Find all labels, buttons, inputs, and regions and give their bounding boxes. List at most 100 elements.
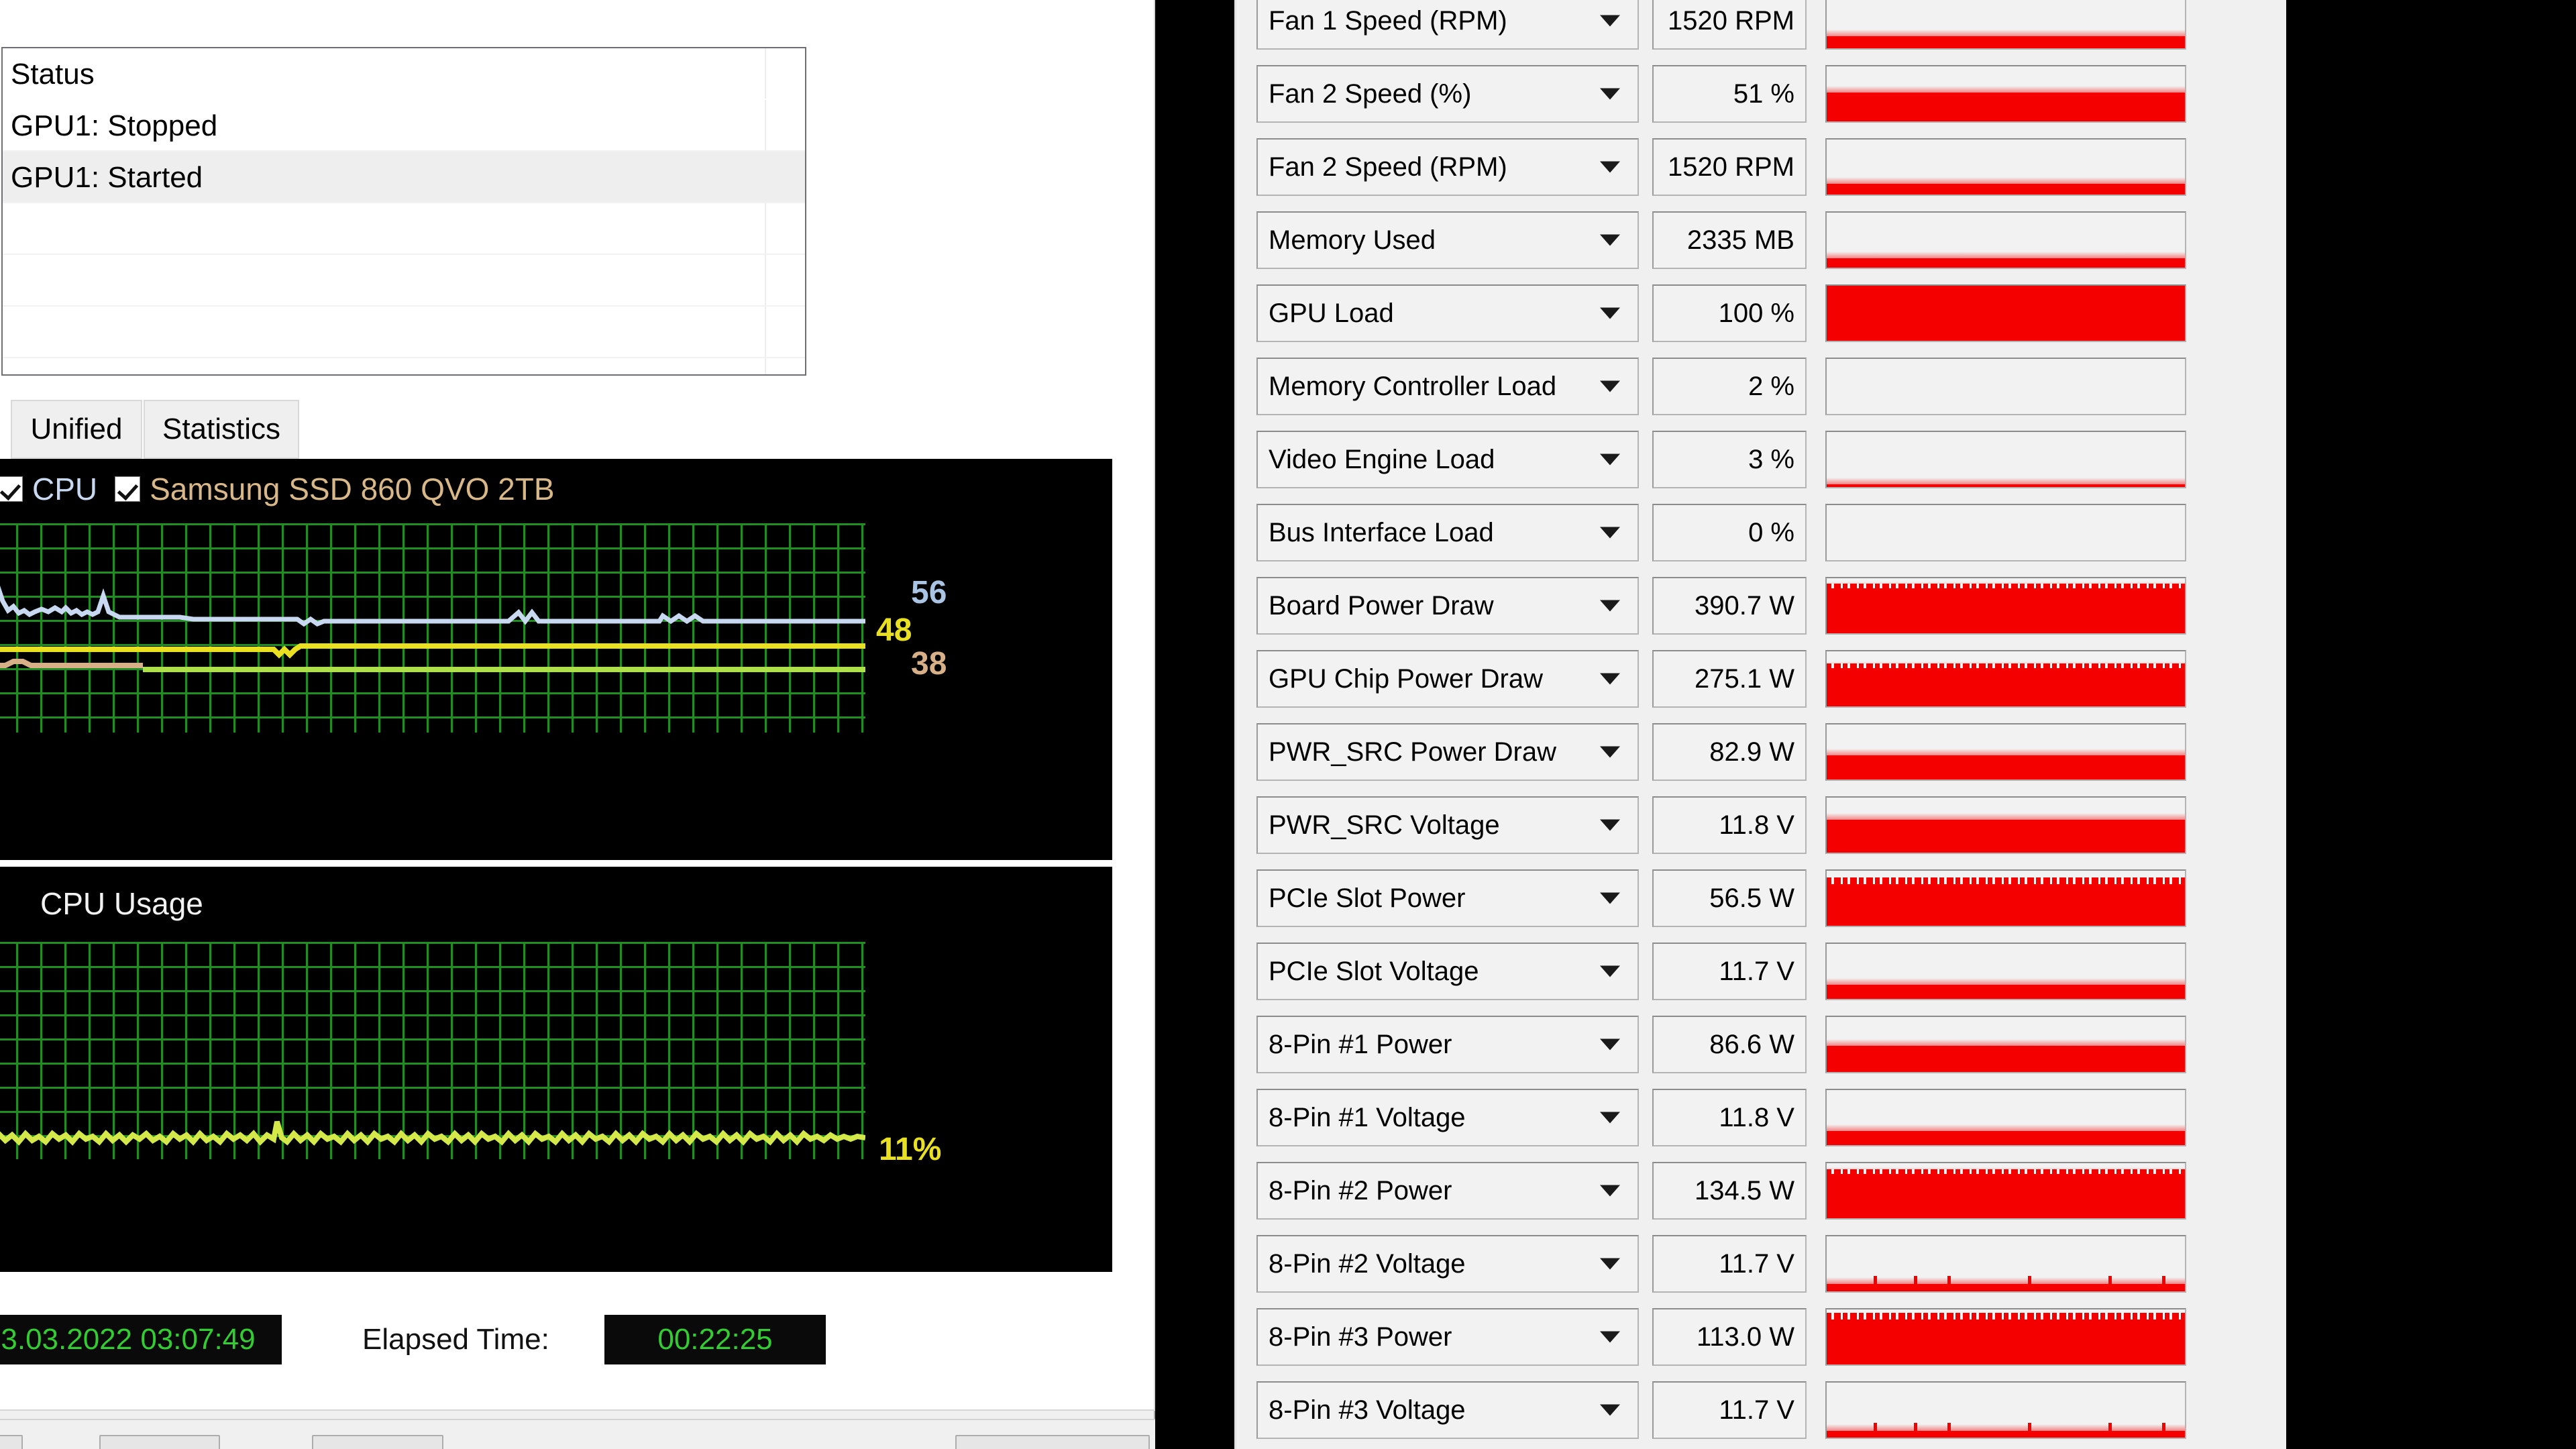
sensor-graph-texture: [1827, 663, 2185, 668]
chevron-down-icon[interactable]: [1600, 453, 1620, 466]
bottom-button-bar: [0, 1419, 1155, 1449]
sensor-mini-graph[interactable]: [1825, 1016, 2186, 1073]
tab-unified[interactable]: Unified: [11, 400, 142, 459]
sensor-mini-graph[interactable]: [1825, 1308, 2186, 1366]
sensor-value: 2 %: [1652, 358, 1807, 415]
sensor-name-dropdown[interactable]: Fan 1 Speed (RPM): [1256, 0, 1639, 50]
chevron-down-icon[interactable]: [1600, 88, 1620, 100]
sensor-mini-graph[interactable]: [1825, 723, 2186, 781]
sensor-name-dropdown[interactable]: Bus Interface Load: [1256, 504, 1639, 561]
sensor-value: 51 %: [1652, 65, 1807, 123]
sensor-mini-graph[interactable]: [1825, 943, 2186, 1000]
sensor-value: 56.5 W: [1652, 869, 1807, 927]
sensor-row: 8-Pin #2 Power 134.5 W: [1236, 1158, 2288, 1231]
sensor-mini-graph[interactable]: [1825, 65, 2186, 123]
temperature-graph-panel[interactable]: CPU Samsung SSD 860 QVO 2TB 56 48 38: [0, 459, 1112, 860]
sensor-mini-graph[interactable]: [1825, 431, 2186, 488]
sensor-name-label: 8-Pin #1 Voltage: [1269, 1102, 1466, 1132]
sensor-graph-spike: [2028, 1423, 2031, 1431]
sensor-row: Fan 2 Speed (%) 51 %: [1236, 61, 2288, 134]
sensor-mini-graph[interactable]: [1825, 284, 2186, 342]
sensor-name-dropdown[interactable]: Memory Used: [1256, 211, 1639, 269]
sensor-graph-fill: [1827, 877, 2185, 926]
sensor-name-dropdown[interactable]: GPU Chip Power Draw: [1256, 650, 1639, 708]
sensor-graph-fill: [1827, 86, 2185, 121]
toolbar-button-2[interactable]: [99, 1435, 220, 1449]
sensor-value: 11.8 V: [1652, 1089, 1807, 1146]
sensor-name-dropdown[interactable]: Board Power Draw: [1256, 577, 1639, 635]
sensor-name-dropdown[interactable]: Fan 2 Speed (%): [1256, 65, 1639, 123]
sensor-value: 11.7 V: [1652, 1381, 1807, 1439]
chevron-down-icon[interactable]: [1600, 746, 1620, 758]
sensor-mini-graph[interactable]: [1825, 1089, 2186, 1146]
temperature-readout-gpu: 48: [876, 612, 912, 648]
ssd-checkbox[interactable]: [115, 476, 141, 502]
sensor-mini-graph[interactable]: [1825, 211, 2186, 269]
toolbar-button-4[interactable]: [955, 1435, 1150, 1449]
chevron-down-icon[interactable]: [1600, 1404, 1620, 1416]
temperature-plot-area: [0, 523, 865, 733]
status-log-list[interactable]: Status GPU1: Stopped GPU1: Started: [1, 47, 806, 376]
sensor-mini-graph[interactable]: [1825, 138, 2186, 196]
status-log-row[interactable]: GPU1: Stopped: [3, 100, 805, 152]
sensor-graph-fill: [1827, 286, 2185, 341]
chevron-down-icon[interactable]: [1600, 380, 1620, 392]
sensor-name-dropdown[interactable]: Video Engine Load: [1256, 431, 1639, 488]
chevron-down-icon[interactable]: [1600, 1331, 1620, 1343]
chevron-down-icon[interactable]: [1600, 819, 1620, 831]
chevron-down-icon[interactable]: [1600, 673, 1620, 685]
sensor-mini-graph[interactable]: [1825, 650, 2186, 708]
status-log-row[interactable]: GPU1: Started: [3, 152, 805, 203]
chevron-down-icon[interactable]: [1600, 307, 1620, 319]
status-log-row-empty: [3, 255, 805, 307]
sensor-mini-graph[interactable]: [1825, 577, 2186, 635]
legend-item-cpu[interactable]: CPU: [0, 471, 97, 507]
chevron-down-icon[interactable]: [1600, 892, 1620, 904]
sensor-name-dropdown[interactable]: 8-Pin #3 Voltage: [1256, 1381, 1639, 1439]
chevron-down-icon[interactable]: [1600, 1038, 1620, 1051]
sensor-name-dropdown[interactable]: 8-Pin #2 Power: [1256, 1162, 1639, 1220]
legend-item-ssd[interactable]: Samsung SSD 860 QVO 2TB: [115, 471, 555, 507]
sensor-mini-graph[interactable]: [1825, 358, 2186, 415]
cpu-usage-graph-panel[interactable]: CPU Usage 11%: [0, 867, 1112, 1272]
chevron-down-icon[interactable]: [1600, 1112, 1620, 1124]
sensor-name-dropdown[interactable]: GPU Load: [1256, 284, 1639, 342]
sensor-name-dropdown[interactable]: Fan 2 Speed (RPM): [1256, 138, 1639, 196]
chevron-down-icon[interactable]: [1600, 1258, 1620, 1270]
chevron-down-icon[interactable]: [1600, 600, 1620, 612]
sensor-name-dropdown[interactable]: PWR_SRC Power Draw: [1256, 723, 1639, 781]
sensor-row: GPU Load 100 %: [1236, 280, 2288, 354]
sensor-name-dropdown[interactable]: PWR_SRC Voltage: [1256, 796, 1639, 854]
sensor-name-dropdown[interactable]: PCIe Slot Power: [1256, 869, 1639, 927]
sensor-mini-graph[interactable]: [1825, 796, 2186, 854]
sensor-name-dropdown[interactable]: 8-Pin #1 Voltage: [1256, 1089, 1639, 1146]
chevron-down-icon[interactable]: [1600, 965, 1620, 977]
tab-statistics[interactable]: Statistics: [144, 400, 299, 459]
sensor-graph-spike: [1947, 1276, 1951, 1284]
sensor-name-dropdown[interactable]: PCIe Slot Voltage: [1256, 943, 1639, 1000]
chevron-down-icon[interactable]: [1600, 527, 1620, 539]
sensor-name-dropdown[interactable]: 8-Pin #2 Voltage: [1256, 1235, 1639, 1293]
chevron-down-icon[interactable]: [1600, 1185, 1620, 1197]
sensor-graph-fill: [1827, 978, 2185, 999]
sensor-mini-graph[interactable]: [1825, 1162, 2186, 1220]
sensor-row: Fan 1 Speed (RPM) 1520 RPM: [1236, 0, 2288, 61]
chevron-down-icon[interactable]: [1600, 15, 1620, 27]
sensor-mini-graph[interactable]: [1825, 1381, 2186, 1439]
sensor-mini-graph[interactable]: [1825, 869, 2186, 927]
sensor-name-dropdown[interactable]: 8-Pin #3 Power: [1256, 1308, 1639, 1366]
sensor-mini-graph[interactable]: [1825, 504, 2186, 561]
sensor-graph-spike: [2162, 1276, 2165, 1284]
sensor-mini-graph[interactable]: [1825, 0, 2186, 50]
sensor-name-dropdown[interactable]: Memory Controller Load: [1256, 358, 1639, 415]
sensor-row: Fan 2 Speed (RPM) 1520 RPM: [1236, 134, 2288, 207]
chevron-down-icon[interactable]: [1600, 161, 1620, 173]
toolbar-button-3[interactable]: [312, 1435, 443, 1449]
toolbar-button-1[interactable]: [0, 1435, 23, 1449]
sensor-name-dropdown[interactable]: 8-Pin #1 Power: [1256, 1016, 1639, 1073]
cpu-checkbox[interactable]: [0, 476, 23, 502]
sensor-name-label: GPU Load: [1269, 298, 1394, 328]
chevron-down-icon[interactable]: [1600, 234, 1620, 246]
sensor-mini-graph[interactable]: [1825, 1235, 2186, 1293]
sensor-name-label: Memory Controller Load: [1269, 371, 1557, 401]
